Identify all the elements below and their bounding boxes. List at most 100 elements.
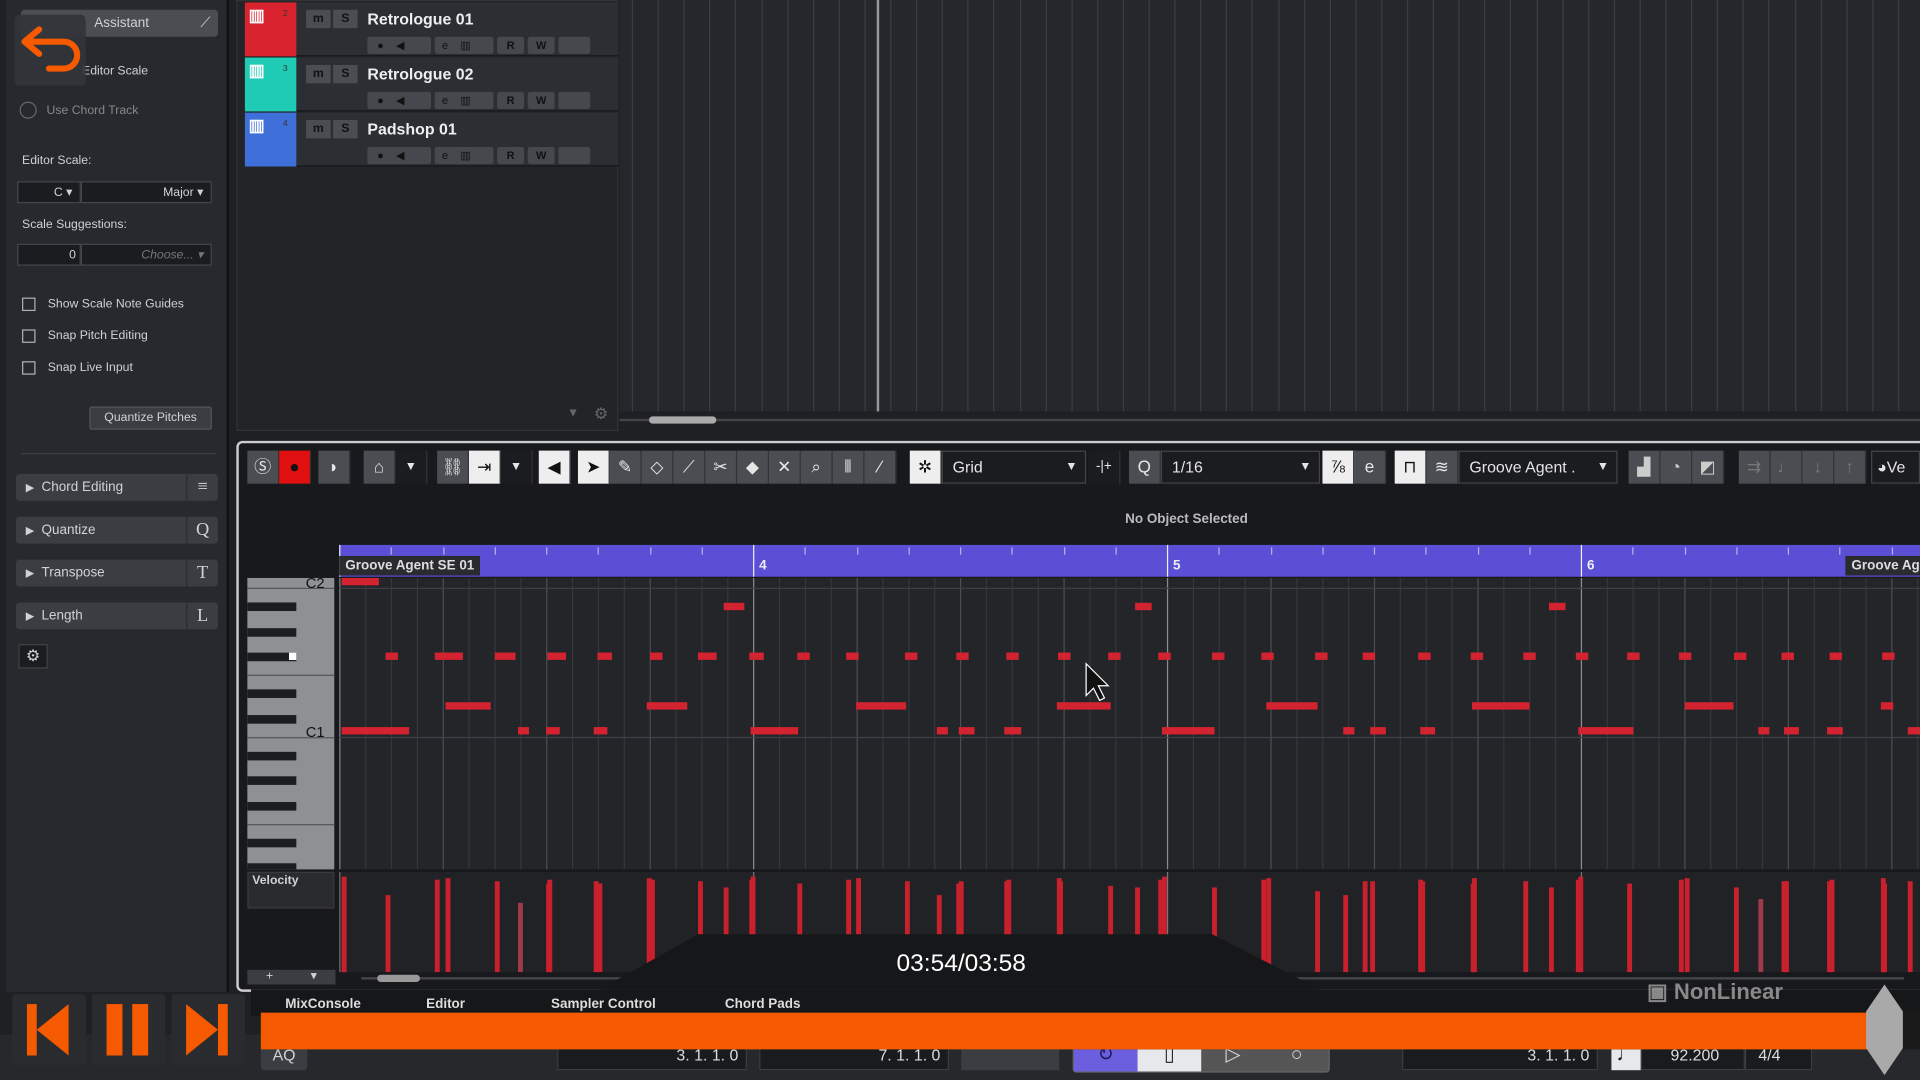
- midi-note[interactable]: [650, 652, 663, 660]
- midi-note[interactable]: [1470, 652, 1484, 660]
- track-name[interactable]: Padshop 01: [367, 120, 456, 138]
- midi-note[interactable]: [1880, 702, 1894, 710]
- checkbox-row[interactable]: Show Scale Note Guides: [22, 297, 184, 312]
- write-button[interactable]: W: [527, 146, 555, 165]
- midi-note[interactable]: [546, 727, 560, 735]
- midi-note[interactable]: [1829, 652, 1842, 660]
- midi-note[interactable]: [1523, 652, 1536, 660]
- speaker-tool[interactable]: ◀: [538, 450, 571, 484]
- velocity-bar[interactable]: [1420, 881, 1426, 973]
- velocity-bar[interactable]: [1578, 876, 1584, 973]
- midi-note[interactable]: [698, 652, 717, 660]
- step-input-button[interactable]: ▟: [1628, 450, 1661, 484]
- velocity-bar[interactable]: [1733, 887, 1739, 973]
- midi-input-button[interactable]: ◔: [1660, 450, 1693, 484]
- black-key[interactable]: [247, 627, 297, 637]
- midi-note[interactable]: [1158, 652, 1171, 660]
- record-mode-button[interactable]: ◩: [1692, 450, 1725, 484]
- snap-toggle[interactable]: ✲: [909, 450, 942, 484]
- insert-tool[interactable]: ⇥: [468, 450, 501, 484]
- velocity-bar[interactable]: [1758, 898, 1764, 973]
- tab-sampler-control[interactable]: Sampler Control: [551, 997, 656, 1012]
- midi-note[interactable]: [856, 702, 907, 710]
- track-list-dropdown-icon[interactable]: ▼: [567, 407, 579, 420]
- velocity-bar[interactable]: [1784, 881, 1789, 973]
- velocity-bar[interactable]: [1907, 881, 1913, 973]
- midi-note[interactable]: [593, 727, 608, 735]
- suggestion-select[interactable]: Choose... ▾: [80, 243, 212, 266]
- track-row[interactable]: ▥ 2 m S Retrologue 01 ● ◀ e ▥ R W: [244, 2, 619, 57]
- midi-note[interactable]: [1343, 727, 1355, 735]
- edit-instrument-buttons[interactable]: e ▥: [434, 146, 494, 165]
- solo-tool[interactable]: Ⓢ: [247, 450, 280, 484]
- midi-note[interactable]: [749, 652, 764, 660]
- midi-note[interactable]: [797, 652, 810, 660]
- tab-editor[interactable]: Editor: [426, 997, 465, 1012]
- move-insert-button[interactable]: ⇉: [1738, 450, 1771, 484]
- read-button[interactable]: R: [497, 91, 525, 109]
- snap-mode-select[interactable]: Grid ▼: [941, 450, 1087, 484]
- edit-quantize-button[interactable]: e: [1354, 450, 1387, 484]
- black-key[interactable]: [247, 751, 297, 761]
- checkbox[interactable]: [22, 329, 36, 343]
- arrange-grid[interactable]: [619, 0, 1920, 412]
- tab-chord-pads[interactable]: Chord Pads: [725, 997, 801, 1012]
- midi-note[interactable]: [1058, 652, 1071, 660]
- edit-instrument-buttons[interactable]: e ▥: [434, 36, 494, 54]
- velocity-bar[interactable]: [1523, 881, 1529, 973]
- midi-note[interactable]: [445, 702, 491, 710]
- velocity-bar[interactable]: [1370, 881, 1376, 973]
- midi-note[interactable]: [1684, 702, 1734, 710]
- velocity-bar[interactable]: [1827, 881, 1832, 973]
- velocity-bar[interactable]: [434, 879, 440, 973]
- mute-button[interactable]: m: [306, 120, 331, 139]
- edit-instrument-buttons[interactable]: e ▥: [434, 91, 494, 109]
- record-monitor-buttons[interactable]: ● ◀: [367, 36, 432, 54]
- track-list-settings-icon[interactable]: ⚙: [594, 404, 608, 424]
- scissors-tool[interactable]: ✂: [705, 450, 738, 484]
- pitch-up-button[interactable]: ↑: [1834, 450, 1867, 484]
- midi-note[interactable]: [1784, 727, 1799, 735]
- independent-track-loop-button[interactable]: ⊓: [1394, 450, 1427, 484]
- midi-note[interactable]: [597, 652, 612, 660]
- solo-button[interactable]: S: [333, 64, 358, 84]
- iterative-quantize-button[interactable]: ⅞: [1322, 450, 1355, 484]
- read-button[interactable]: R: [497, 36, 525, 54]
- velocity-bar[interactable]: [593, 881, 599, 973]
- checkbox-row[interactable]: Snap Pitch Editing: [22, 329, 148, 343]
- track-name[interactable]: Retrologue 02: [367, 65, 473, 83]
- home-tool[interactable]: ⌂: [363, 450, 396, 484]
- tool-menu-dropdown[interactable]: ▼: [500, 450, 533, 484]
- quantize-preset-select[interactable]: 1/16 ▼: [1160, 450, 1321, 484]
- velocity-bar[interactable]: [1678, 879, 1684, 973]
- midi-note[interactable]: [958, 727, 975, 735]
- eraser-tool[interactable]: ◇: [641, 450, 674, 484]
- midi-note[interactable]: [956, 652, 969, 660]
- midi-note[interactable]: [1004, 727, 1022, 735]
- midi-note[interactable]: [936, 727, 948, 735]
- record-tool[interactable]: ●: [279, 450, 312, 484]
- midi-note[interactable]: [846, 652, 859, 660]
- track-name[interactable]: Retrologue 01: [367, 10, 473, 28]
- velocity-bar[interactable]: [1684, 878, 1690, 973]
- velocity-select[interactable]: ◕Ve: [1871, 450, 1920, 484]
- midi-note[interactable]: [723, 602, 745, 611]
- grid-background[interactable]: [339, 577, 1920, 870]
- section-icon[interactable]: T: [186, 559, 218, 587]
- midi-note[interactable]: [1135, 602, 1152, 611]
- velocity-bar[interactable]: [1627, 883, 1633, 973]
- tool-menu-dropdown[interactable]: ▼: [395, 450, 428, 484]
- velocity-bar[interactable]: [1362, 881, 1368, 973]
- line-tool[interactable]: ∕: [864, 450, 897, 484]
- next-button[interactable]: [171, 994, 245, 1066]
- midi-note[interactable]: [1907, 727, 1920, 735]
- velocity-bar[interactable]: [1343, 895, 1349, 973]
- note-button[interactable]: ♩: [1770, 450, 1803, 484]
- arrange-scroll-thumb[interactable]: [648, 416, 717, 424]
- midi-note[interactable]: [1758, 727, 1770, 735]
- midi-note[interactable]: [1627, 652, 1640, 660]
- channel-settings-button[interactable]: [558, 36, 591, 54]
- section-chord-editing[interactable]: ▶ Chord Editing ≡: [15, 473, 218, 501]
- editor-scale-option[interactable]: Editor Scale: [82, 65, 148, 78]
- section-icon[interactable]: L: [186, 602, 218, 630]
